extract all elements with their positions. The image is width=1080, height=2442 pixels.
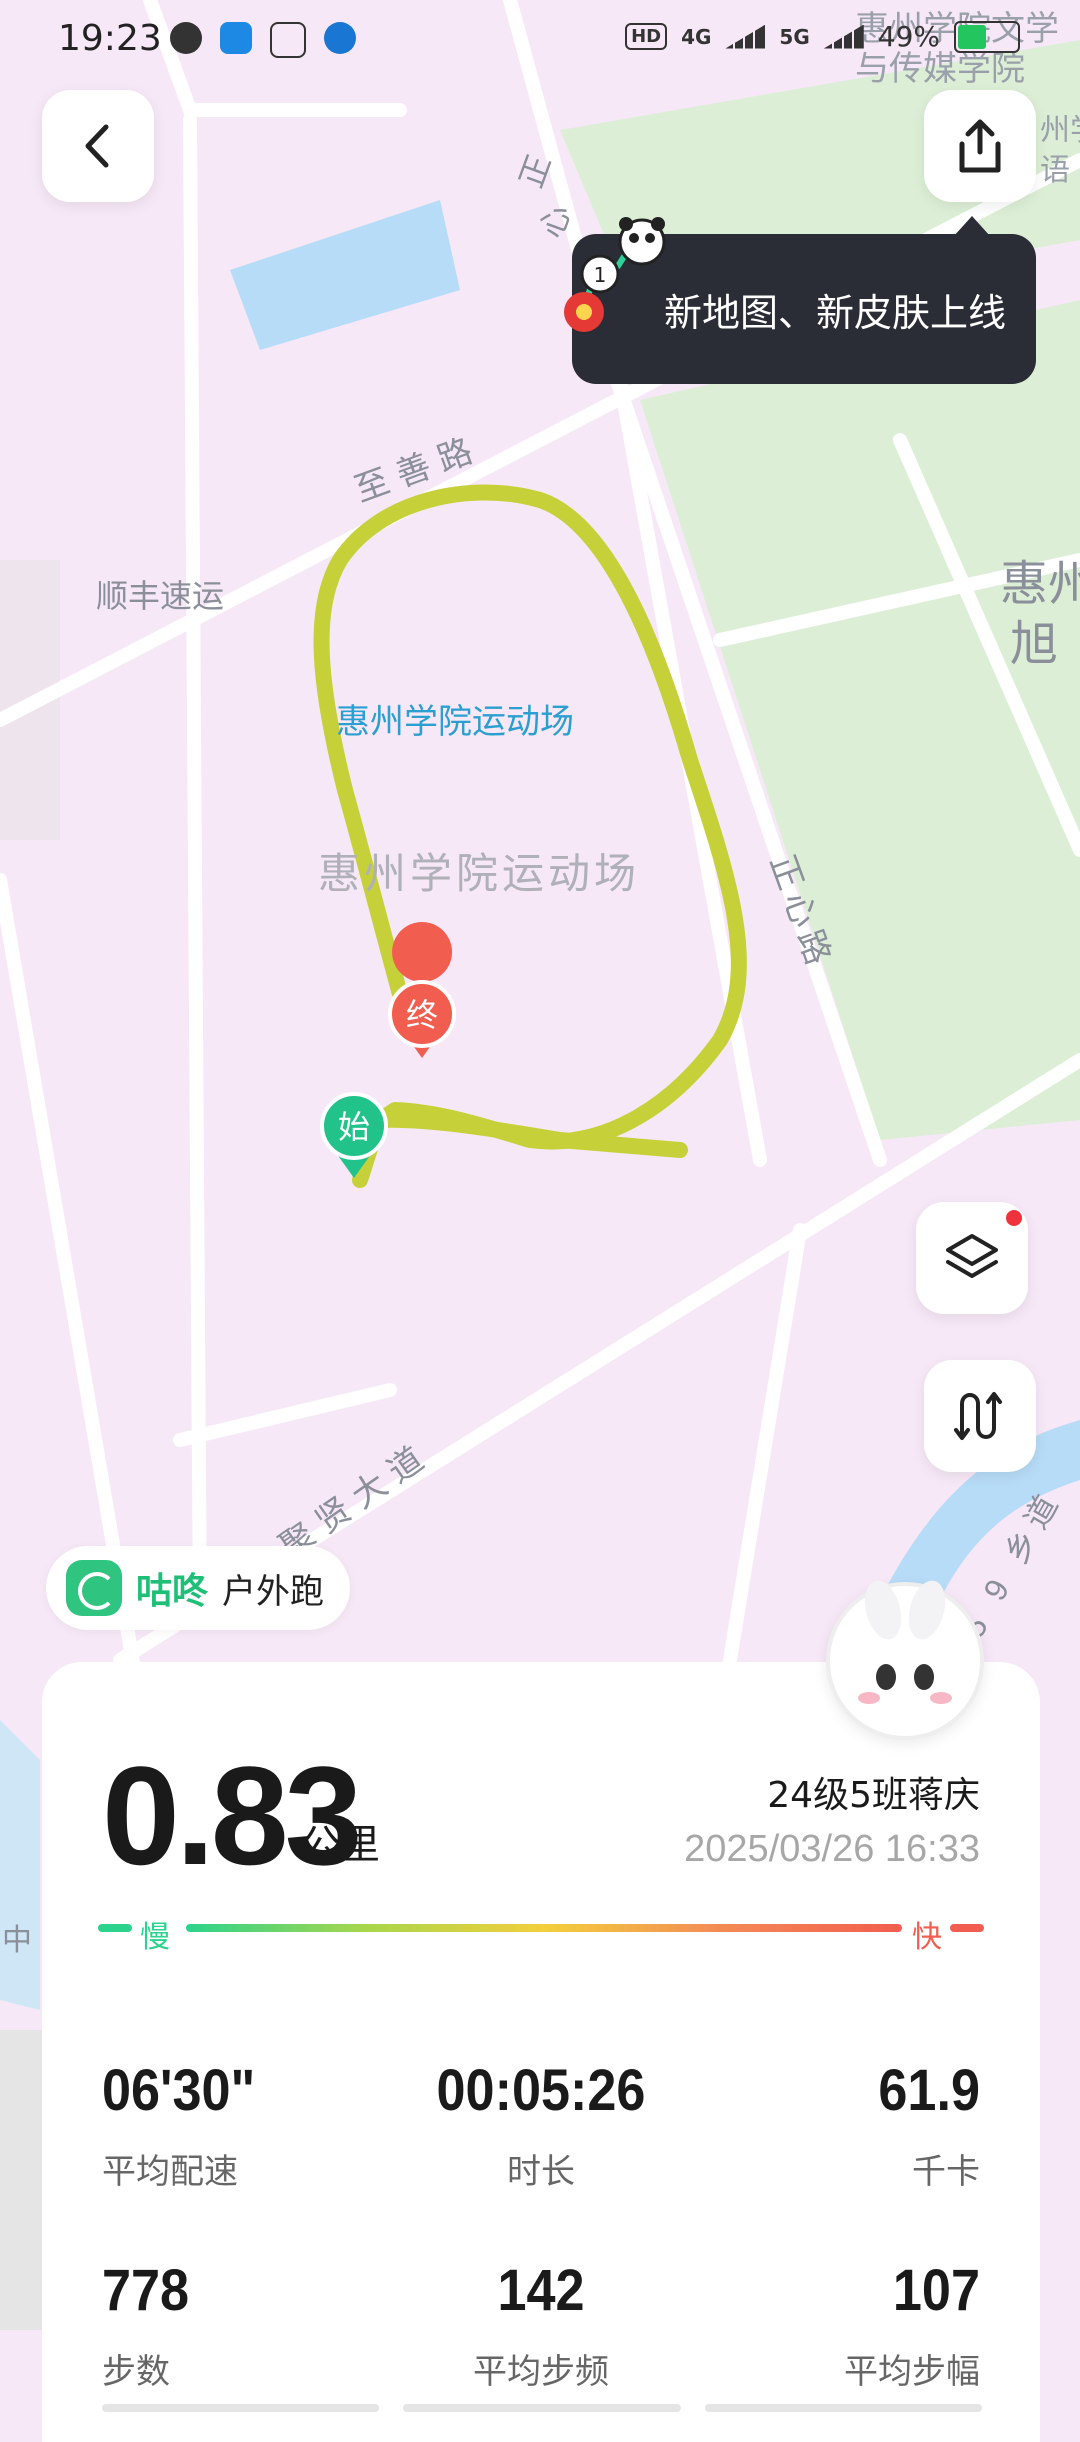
stat-value: 778 — [102, 2258, 190, 2323]
back-button[interactable] — [42, 90, 154, 202]
stat-steps: 778 步数 — [102, 2262, 382, 2393]
map-label: 州学 — [1040, 114, 1080, 147]
new-skin-tooltip[interactable]: 1 新地图、新皮肤上线 — [564, 216, 1036, 384]
avatar-blush — [858, 1692, 880, 1704]
status-time: 19:23 — [58, 18, 162, 59]
chat-notification-icon — [170, 22, 202, 54]
slow-dash — [98, 1924, 132, 1932]
hd-icon: HD — [625, 23, 668, 50]
map-label: 语 — [1040, 154, 1070, 187]
fast-dash — [950, 1924, 984, 1932]
end-marker[interactable]: 终 — [388, 922, 456, 1058]
battery-icon — [954, 20, 1020, 53]
stat-value: 142 — [497, 2258, 585, 2323]
stat-duration: 00:05:26 时长 — [401, 2062, 681, 2193]
user-name: 24级5班蒋庆 — [767, 1775, 980, 1816]
poi-label: 惠州学院运动场 — [336, 703, 574, 741]
notification-dot — [1006, 1210, 1022, 1226]
battery-percent: 49% — [877, 20, 940, 53]
app2-notification-icon — [324, 22, 356, 54]
codoon-logo-icon — [66, 1560, 122, 1616]
poi-label: 旭 — [1010, 618, 1058, 671]
stat-value: 00:05:26 — [436, 2058, 646, 2123]
stat-avg-pace: 06'30" 平均配速 — [102, 2062, 382, 2193]
chevron-left-icon — [85, 124, 109, 168]
signal-icon — [725, 24, 766, 49]
alipay-notification-icon — [270, 22, 306, 58]
stat-stride: 107 平均步幅 — [700, 2262, 980, 2393]
tooltip-text: 新地图、新皮肤上线 — [663, 290, 1006, 335]
svg-text:1: 1 — [594, 263, 607, 287]
stat-label: 步数 — [102, 2352, 170, 2392]
track-wave-icon — [954, 1392, 1002, 1440]
user-avatar[interactable] — [826, 1576, 984, 1740]
poi-label: 顺丰速运 — [96, 578, 224, 614]
pace-legend: 慢 快 — [98, 1914, 984, 1955]
svg-text:终: 终 — [406, 996, 438, 1034]
signal-icon — [823, 24, 864, 49]
share-button[interactable] — [924, 90, 1036, 202]
poi-label: 惠州学院运动场 — [318, 850, 640, 897]
section-divider — [102, 2404, 982, 2412]
svg-text:始: 始 — [338, 1108, 370, 1146]
stat-label: 平均步频 — [473, 2352, 609, 2392]
poi-label: 惠州 — [1000, 558, 1080, 611]
avatar-blush — [930, 1692, 952, 1704]
stat-value: 107 — [892, 2258, 980, 2323]
avatar-eye — [876, 1664, 896, 1690]
map-label: 中 — [2, 1924, 32, 1957]
network-5g-label: 5G — [779, 24, 810, 49]
stat-label: 平均步幅 — [844, 2352, 980, 2392]
stat-label: 平均配速 — [102, 2152, 238, 2192]
run-datetime: 2025/03/26 16:33 — [684, 1828, 980, 1870]
fast-label: 快 — [912, 1920, 942, 1955]
map-layers-button[interactable] — [916, 1202, 1028, 1314]
distance-unit: 公里 — [300, 1822, 380, 1868]
network-4g-label: 4G — [681, 24, 712, 49]
route-replay-button[interactable] — [924, 1360, 1036, 1472]
app-activity-badge: 咕咚 户外跑 — [46, 1546, 351, 1630]
stat-cadence: 142 平均步频 — [401, 2262, 681, 2393]
activity-type: 户外跑 — [222, 1571, 325, 1612]
status-right: HD 4G 5G 49% — [625, 20, 1020, 53]
water-left — [0, 1720, 40, 2010]
stat-label: 千卡 — [912, 2152, 980, 2192]
avatar-eye — [914, 1664, 934, 1690]
layers-icon — [946, 1234, 998, 1278]
share-icon — [959, 119, 1001, 173]
run-summary-card: 0.83 公里 24级5班蒋庆 2025/03/26 16:33 慢 快 06'… — [42, 1662, 1040, 2442]
stat-label: 时长 — [507, 2152, 575, 2192]
status-bar: 19:23 HD 4G 5G 49% — [0, 0, 1080, 80]
stat-value: 06'30" — [102, 2058, 256, 2123]
app-brand: 咕咚 — [136, 1571, 209, 1612]
stat-value: 61.9 — [878, 2058, 980, 2123]
stat-calories: 61.9 千卡 — [700, 2062, 980, 2193]
notification-icons — [170, 22, 356, 58]
slow-label: 慢 — [140, 1920, 170, 1955]
app-notification-icon — [220, 22, 252, 54]
pace-gradient — [186, 1924, 902, 1932]
block — [0, 2030, 42, 2330]
